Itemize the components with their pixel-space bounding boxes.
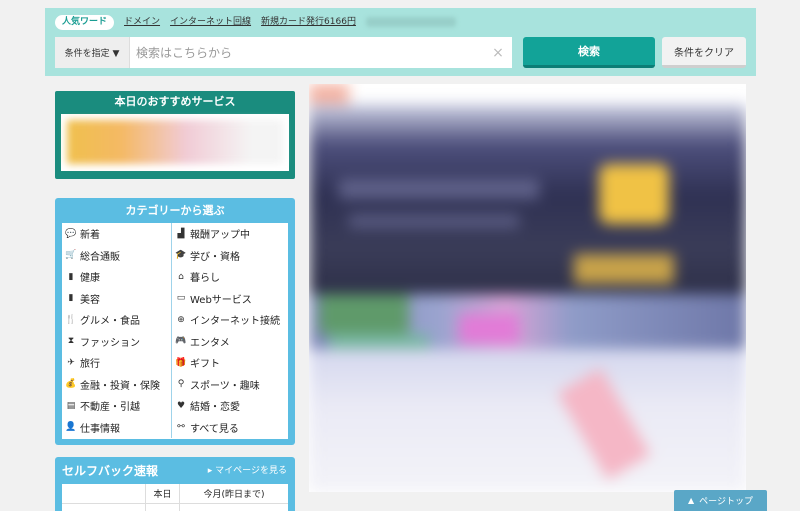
category-item[interactable]: ▮ 健康 bbox=[62, 266, 172, 288]
recommended-banner[interactable] bbox=[67, 120, 283, 164]
category-item[interactable]: ✈ 旅行 bbox=[62, 352, 172, 374]
globe-icon: ⊕ bbox=[177, 314, 185, 325]
fork-knife-icon: 🍴 bbox=[65, 314, 77, 325]
category-item[interactable]: 🎓 学び・資格 bbox=[172, 245, 288, 267]
table-cell bbox=[146, 504, 180, 511]
category-item[interactable]: 🎮 エンタメ bbox=[172, 331, 288, 353]
column-header-month: 今月(昨日まで) bbox=[203, 490, 265, 500]
recommended-services-panel: 本日のおすすめサービス bbox=[55, 91, 295, 179]
category-label: 新着 bbox=[80, 230, 100, 242]
search-box: 条件を指定 ▼ × bbox=[55, 37, 512, 68]
category-label: エンタメ bbox=[190, 337, 230, 349]
recommended-banner-frame bbox=[61, 114, 289, 171]
speech-bubble-icon: 💬 bbox=[65, 228, 77, 239]
category-item[interactable]: ♥ 結婚・恋愛 bbox=[172, 395, 288, 417]
cosmetics-icon: ▮ bbox=[68, 293, 74, 304]
category-label: 暮らし bbox=[190, 273, 220, 285]
storefront-icon: ▤ bbox=[66, 400, 76, 411]
category-item[interactable]: ▮ 美容 bbox=[62, 287, 172, 309]
category-item[interactable]: ⧗ ファッション bbox=[62, 330, 172, 352]
category-label: 旅行 bbox=[80, 359, 100, 371]
popular-label: 人気ワード bbox=[55, 14, 115, 30]
table-cell bbox=[180, 504, 288, 511]
category-item[interactable]: 🛒 総合通販 bbox=[62, 244, 172, 266]
category-grid: 💬 新着 ▟ 報酬アップ中 🛒 総合通販 🎓 学び・資格 ▮ 健康 ⌂ 暮らし ▮ 美容 ▭ Webサービス 🍴… bbox=[62, 223, 288, 439]
category-item[interactable]: ▟ 報酬アップ中 bbox=[172, 223, 288, 245]
mannequin-icon: ⧗ bbox=[67, 336, 75, 347]
category-label: 学び・資格 bbox=[190, 251, 240, 263]
category-label: Webサービス bbox=[190, 294, 252, 306]
gamepad-icon: 🎮 bbox=[175, 336, 187, 347]
popular-word-link[interactable]: 新規カード発行6166円 bbox=[261, 17, 356, 28]
search-input[interactable] bbox=[130, 37, 484, 68]
category-label: 仕事情報 bbox=[80, 423, 120, 435]
category-label: 健康 bbox=[80, 273, 100, 285]
category-item[interactable]: 💬 新着 bbox=[62, 223, 172, 245]
selfback-title: セルフバック速報 bbox=[62, 464, 159, 478]
recommended-title: 本日のおすすめサービス bbox=[114, 95, 236, 108]
bar-chart-icon: ▟ bbox=[177, 228, 185, 239]
binoculars-icon: ⚯ bbox=[177, 422, 185, 433]
category-label: 報酬アップ中 bbox=[190, 230, 250, 242]
page-top-button[interactable]: ▲ ページトップ bbox=[674, 490, 767, 511]
mypage-link[interactable]: ▸ マイページを見る bbox=[208, 463, 287, 476]
category-item[interactable]: 🎁 ギフト bbox=[172, 352, 288, 374]
category-item[interactable]: ⚯ すべて見る bbox=[172, 417, 288, 439]
category-label: ギフト bbox=[190, 359, 220, 371]
category-label: 総合通販 bbox=[80, 251, 120, 263]
search-bar: 人気ワード ドメイン インターネット回線 新規カード発行6166円 条件を指定 … bbox=[45, 8, 756, 76]
category-label: 不動産・引越 bbox=[80, 402, 140, 414]
category-item[interactable]: ⊕ インターネット接続 bbox=[172, 309, 288, 331]
category-label: グルメ・食品 bbox=[80, 316, 140, 328]
category-item[interactable]: 💰 金融・投資・保険 bbox=[62, 373, 172, 395]
whistle-icon: ⚲ bbox=[177, 379, 185, 390]
page-top-label: ページトップ bbox=[699, 497, 753, 507]
monitor-icon: ▭ bbox=[176, 293, 186, 304]
airplane-icon: ✈ bbox=[67, 357, 75, 368]
category-item[interactable]: ⌂ 暮らし bbox=[172, 266, 288, 288]
graduation-cap-icon: 🎓 bbox=[175, 250, 187, 261]
selfback-table: 本日 今月(昨日まで) bbox=[62, 484, 288, 511]
condition-button-label: 条件を指定 ▼ bbox=[64, 49, 120, 59]
popular-word-link[interactable]: ドメイン bbox=[124, 17, 160, 28]
category-item[interactable]: ▤ 不動産・引越 bbox=[62, 395, 172, 417]
search-button[interactable]: 検索 bbox=[523, 37, 655, 68]
popular-word-link[interactable]: インターネット回線 bbox=[170, 17, 251, 28]
column-header-today: 本日 bbox=[146, 484, 180, 503]
category-label: スポーツ・趣味 bbox=[190, 380, 260, 392]
category-item[interactable]: 👤 仕事情報 bbox=[62, 416, 172, 438]
table-header-empty bbox=[62, 484, 146, 503]
bottle-icon: ▮ bbox=[68, 271, 74, 282]
category-label: ファッション bbox=[80, 337, 140, 349]
category-label: 美容 bbox=[80, 294, 100, 306]
person-icon: 👤 bbox=[65, 422, 77, 433]
category-label: インターネット接続 bbox=[190, 316, 280, 328]
heart-icon: ♥ bbox=[176, 400, 186, 411]
selfback-panel: セルフバック速報 ▸ マイページを見る 本日 今月(昨日まで) bbox=[55, 457, 295, 511]
category-label: 結婚・恋愛 bbox=[190, 402, 240, 414]
money-bag-icon: 💰 bbox=[65, 379, 77, 390]
category-item[interactable]: 🍴 グルメ・食品 bbox=[62, 309, 172, 331]
category-panel: カテゴリーから選ぶ 💬 新着 ▟ 報酬アップ中 🛒 総合通販 🎓 学び・資格 ▮ 健康 ⌂ 暮らし ▮ 美… bbox=[55, 198, 295, 445]
clear-conditions-button[interactable]: 条件をクリア bbox=[662, 37, 746, 68]
category-label: 金融・投資・保険 bbox=[80, 380, 160, 392]
gift-icon: 🎁 bbox=[175, 357, 187, 368]
clear-input-icon[interactable]: × bbox=[484, 45, 512, 61]
category-item[interactable]: ⚲ スポーツ・趣味 bbox=[172, 374, 288, 396]
blurred-popular-word bbox=[365, 17, 456, 27]
house-icon: ⌂ bbox=[178, 271, 184, 282]
up-arrow-icon: ▲ bbox=[688, 496, 695, 505]
blurred-content bbox=[309, 84, 746, 492]
table-row bbox=[62, 504, 288, 511]
category-label: すべて見る bbox=[190, 423, 239, 435]
popular-words: 人気ワード ドメイン インターネット回線 新規カード発行6166円 bbox=[55, 14, 456, 30]
table-cell bbox=[62, 504, 146, 511]
condition-dropdown-button[interactable]: 条件を指定 ▼ bbox=[55, 37, 130, 68]
table-header-row: 本日 今月(昨日まで) bbox=[62, 484, 288, 504]
category-title: カテゴリーから選ぶ bbox=[125, 204, 225, 217]
cart-icon: 🛒 bbox=[65, 250, 77, 261]
category-item[interactable]: ▭ Webサービス bbox=[172, 288, 288, 310]
main-banner-blurred[interactable] bbox=[309, 84, 746, 492]
